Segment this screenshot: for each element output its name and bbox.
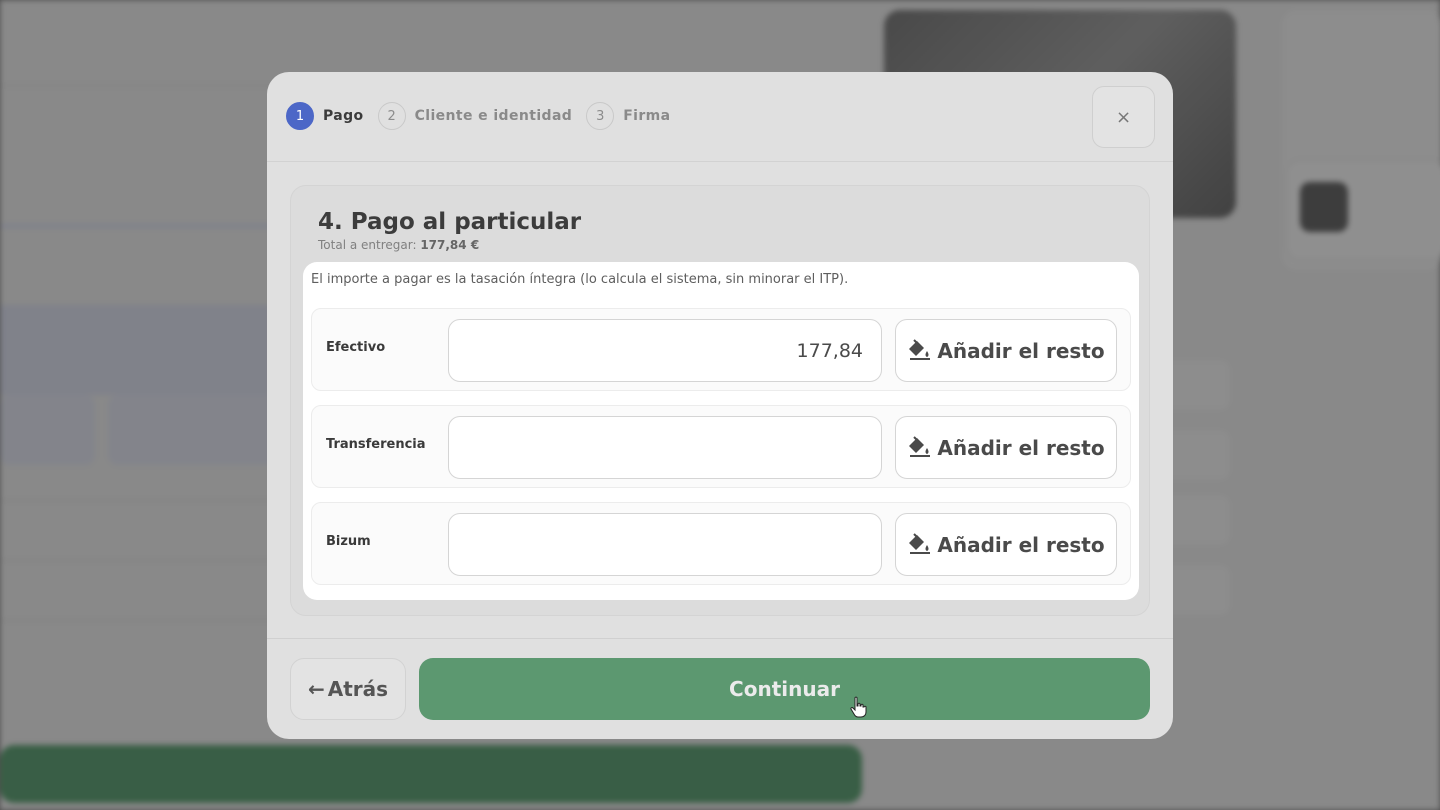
payment-row-efectivo: Efectivo Añadir el resto [311,308,1131,391]
payment-section: 4. Pago al particular Total a entregar: … [290,185,1150,616]
payment-modal: 1 Pago 2 Cliente e identidad 3 Firma × 4… [267,72,1173,739]
add-remainder-label: Añadir el resto [937,532,1105,557]
step-cliente-identidad: 2 Cliente e identidad [377,102,573,130]
payment-methods-panel: El importe a pagar es la tasación íntegr… [303,262,1139,600]
hand-cursor-icon [850,696,867,718]
step-label: Firma [623,108,671,124]
back-button[interactable]: ← Atrás [290,658,406,720]
step-number: 3 [586,102,615,130]
close-button[interactable]: × [1092,86,1155,148]
step-label: Cliente e identidad [414,108,573,124]
close-icon: × [1115,106,1132,128]
transferencia-amount-input[interactable] [448,416,882,479]
step-firma: 3 Firma [586,102,670,130]
total-summary: Total a entregar: 177,84 € [318,238,479,252]
efectivo-amount-input[interactable] [448,319,882,382]
section-title: 4. Pago al particular [318,209,582,235]
payment-row-bizum: Bizum Añadir el resto [311,502,1131,585]
add-remainder-button-bizum[interactable]: Añadir el resto [895,513,1117,576]
add-remainder-button-efectivo[interactable]: Añadir el resto [895,319,1117,382]
step-number: 1 [286,102,314,130]
back-label: Atrás [327,677,389,701]
continue-button[interactable]: Continuar [419,658,1150,720]
total-value: 177,84 € [420,238,480,252]
paint-bucket-icon [909,338,931,360]
payment-note: El importe a pagar es la tasación íntegr… [311,272,849,287]
step-label: Pago [323,108,364,124]
payment-method-label: Bizum [326,534,371,549]
add-remainder-button-transferencia[interactable]: Añadir el resto [895,416,1117,479]
paint-bucket-icon [909,435,931,457]
payment-method-label: Transferencia [326,437,426,452]
payment-method-label: Efectivo [326,340,386,355]
arrow-left-icon: ← [307,677,325,701]
modal-header: 1 Pago 2 Cliente e identidad 3 Firma × [267,72,1173,162]
add-remainder-label: Añadir el resto [937,435,1105,460]
step-number: 2 [377,102,406,130]
bizum-amount-input[interactable] [448,513,882,576]
step-pago: 1 Pago [286,102,364,130]
add-remainder-label: Añadir el resto [937,338,1105,363]
stepper: 1 Pago 2 Cliente e identidad 3 Firma [286,102,685,130]
continue-label: Continuar [729,677,840,701]
paint-bucket-icon [909,532,931,554]
payment-row-transferencia: Transferencia Añadir el resto [311,405,1131,488]
total-label: Total a entregar: [318,238,417,252]
footer-divider [267,638,1173,639]
